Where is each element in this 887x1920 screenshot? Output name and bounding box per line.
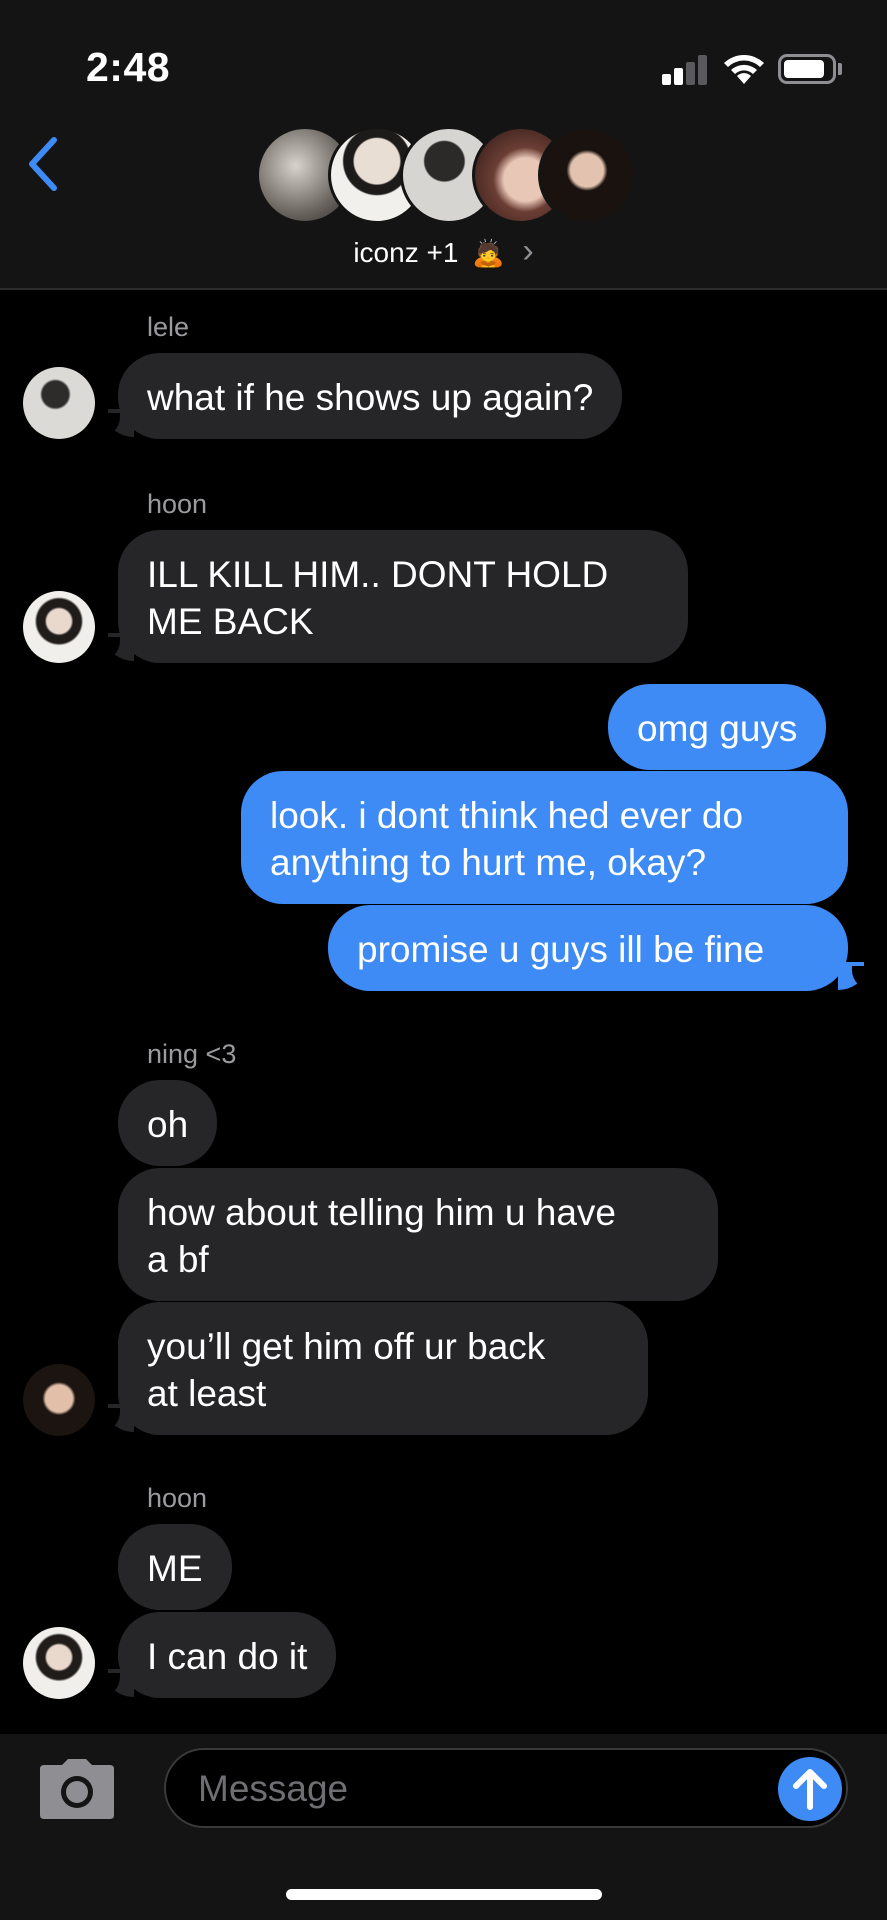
chevron-right-icon: › — [522, 232, 534, 270]
message-bubble[interactable]: oh — [118, 1080, 218, 1166]
message-bubble[interactable]: how about telling him u have a bf — [118, 1168, 718, 1301]
camera-button[interactable] — [38, 1757, 116, 1821]
camera-icon — [40, 1759, 114, 1819]
send-button[interactable] — [778, 1757, 842, 1821]
message-bubble[interactable]: promise u guys ill be fine — [328, 905, 848, 991]
avatar — [23, 591, 95, 663]
message-bubble[interactable]: omg guys — [608, 684, 827, 770]
avatar — [23, 1364, 95, 1436]
message-bubble[interactable]: ME — [118, 1524, 232, 1610]
message-bubble[interactable]: ILL KILL HIM.. DONT HOLD ME BACK — [118, 530, 688, 663]
group-avatars[interactable] — [256, 126, 636, 224]
status-time: 2:48 — [86, 44, 171, 90]
arrow-up-icon — [793, 1769, 827, 1810]
group-emoji: 🙇 — [472, 238, 505, 268]
sender-name: lele — [147, 312, 190, 342]
message-bubble[interactable]: you’ll get him off ur back at least — [118, 1302, 648, 1435]
avatar — [23, 367, 95, 439]
avatar — [538, 126, 636, 224]
avatar — [23, 1627, 95, 1699]
sender-name: hoon — [147, 1483, 208, 1513]
message-bubble[interactable]: I can do it — [118, 1612, 337, 1698]
message-bubble[interactable]: what if he shows up again? — [118, 353, 623, 439]
chevron-left-icon — [29, 137, 57, 191]
sender-name: hoon — [147, 489, 208, 519]
group-title[interactable]: iconz +1 🙇 › — [0, 232, 887, 271]
cellular-signal-icon — [662, 55, 708, 85]
back-button[interactable] — [24, 136, 74, 196]
message-bubble[interactable]: look. i dont think hed ever do anything … — [241, 771, 848, 904]
group-name: iconz +1 — [353, 237, 459, 268]
home-indicator[interactable] — [286, 1889, 602, 1900]
message-input[interactable] — [196, 1762, 760, 1816]
sender-name: ning <3 — [147, 1039, 237, 1069]
wifi-icon — [722, 51, 766, 85]
message-field[interactable] — [164, 1748, 848, 1828]
battery-icon — [778, 54, 836, 84]
